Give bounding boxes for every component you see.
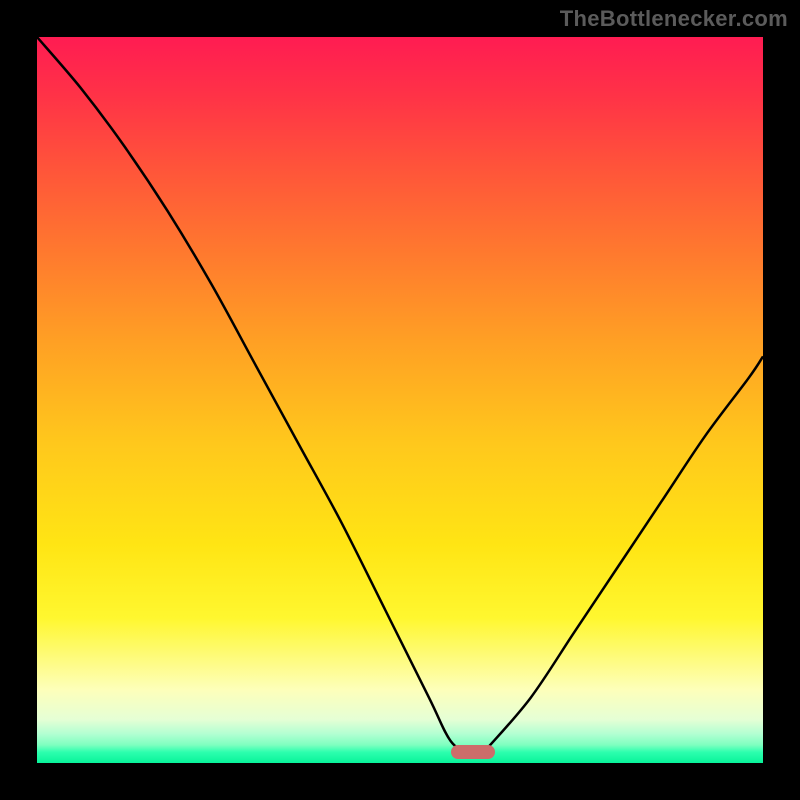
bottleneck-curve [37,37,763,763]
plot-area [37,37,763,763]
chart-frame: TheBottlenecker.com [0,0,800,800]
watermark-text: TheBottlenecker.com [560,6,788,32]
minimum-marker [451,745,495,759]
curve-path [37,37,763,757]
